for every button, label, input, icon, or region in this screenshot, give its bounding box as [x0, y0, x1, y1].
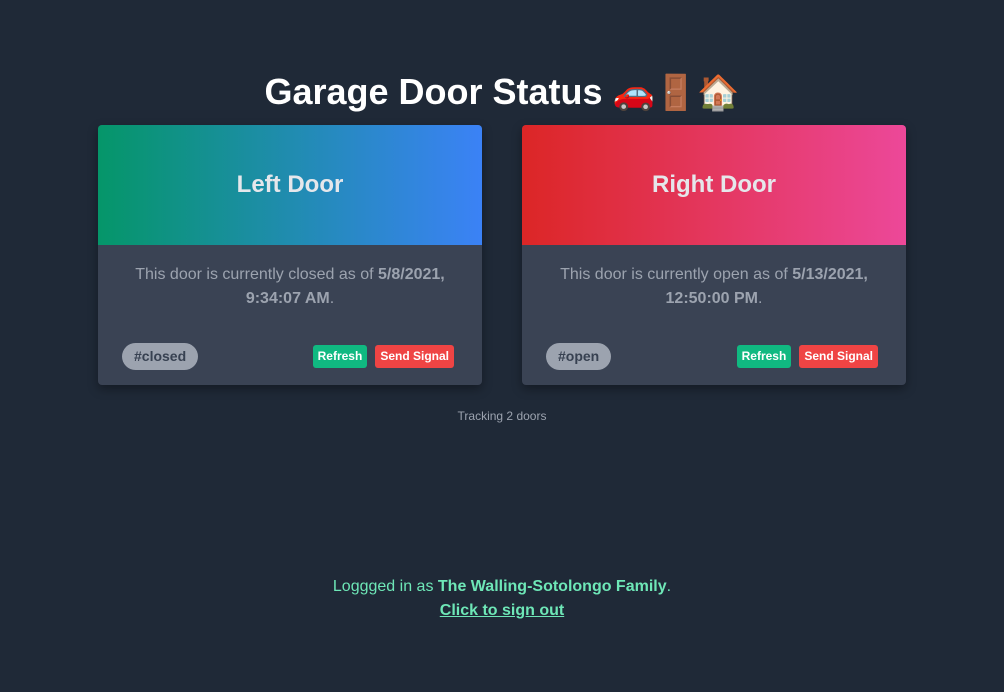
- door-status-text: This door is currently closed as of 5/8/…: [135, 266, 445, 307]
- send-signal-button[interactable]: Send Signal: [375, 344, 454, 368]
- status-time: 12:50:00 PM: [665, 290, 759, 307]
- door-card-header: Left Door: [98, 125, 482, 245]
- logged-in-prefix: Loggged in as: [332, 578, 438, 595]
- status-date: 5/13/2021,: [792, 266, 868, 283]
- refresh-button[interactable]: Refresh: [312, 344, 368, 368]
- door-actions: Refresh Send Signal: [312, 344, 454, 368]
- page-title-text: Garage Door Status: [264, 71, 603, 112]
- status-date: 5/8/2021,: [378, 266, 445, 283]
- login-status: Loggged in as The Walling-Sotolongo Fami…: [0, 575, 1004, 623]
- door-card-footer: #closed Refresh Send Signal: [122, 342, 454, 370]
- door-card-footer: #open Refresh Send Signal: [546, 342, 878, 370]
- tracking-count: Tracking 2 doors: [457, 409, 547, 423]
- logged-in-line: Loggged in as The Walling-Sotolongo Fami…: [0, 575, 1004, 599]
- refresh-button[interactable]: Refresh: [736, 344, 792, 368]
- logged-in-suffix: .: [666, 578, 672, 595]
- status-tag: #open: [546, 342, 612, 370]
- status-time: 9:34:07 AM: [245, 290, 330, 307]
- door-actions: Refresh Send Signal: [736, 344, 878, 368]
- user-name: The Walling-Sotolongo Family: [437, 578, 667, 595]
- door-card-right: Right Door This door is currently open a…: [522, 125, 906, 385]
- door-status-text: This door is currently open as of 5/13/2…: [560, 266, 868, 307]
- door-card-left: Left Door This door is currently closed …: [98, 125, 482, 385]
- sign-out-link[interactable]: Click to sign out: [440, 602, 564, 619]
- status-prefix: This door is currently open as of: [560, 266, 793, 283]
- status-prefix: This door is currently closed as of: [135, 266, 379, 283]
- send-signal-button[interactable]: Send Signal: [799, 344, 878, 368]
- car-door-house-icon: 🚗🚪🏠: [612, 74, 740, 112]
- status-tag: #closed: [122, 342, 199, 370]
- door-name: Right Door: [652, 171, 776, 198]
- page-title: Garage Door Status 🚗🚪🏠: [0, 68, 1004, 117]
- page: Garage Door Status 🚗🚪🏠 Left Door This do…: [0, 0, 1004, 692]
- door-card-header: Right Door: [522, 125, 906, 245]
- door-name: Left Door: [236, 171, 344, 198]
